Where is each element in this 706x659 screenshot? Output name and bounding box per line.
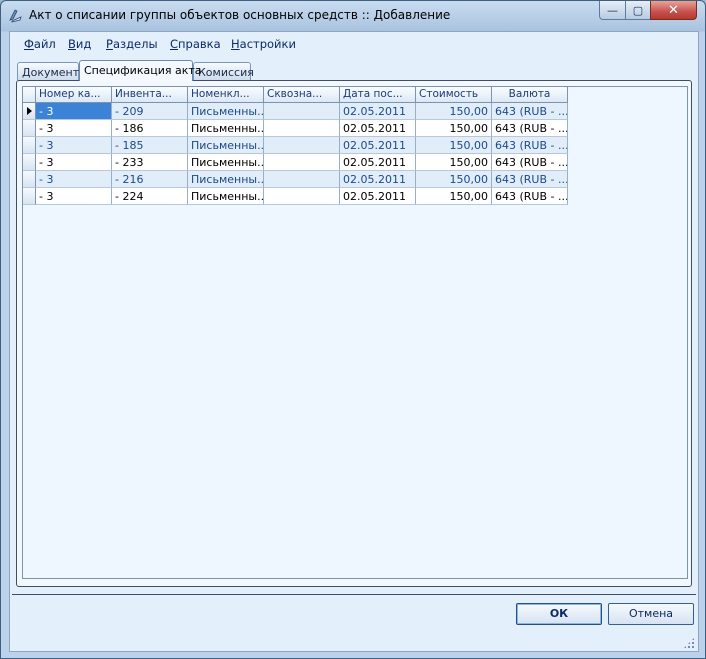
grid-body: - 3 - 209 Письменны... 02.05.2011 150,00… [23,103,568,205]
cell-date[interactable]: 02.05.2011 [340,103,416,120]
cell-card-number[interactable]: - 3 [36,171,112,188]
cell-cost[interactable]: 150,00 [416,120,492,137]
spec-grid[interactable]: Номер ка... Инвента... Номенкл... Сквозн… [22,86,688,579]
cell-through-number[interactable] [264,154,340,171]
table-row[interactable]: - 3 - 224 Письменны... 02.05.2011 150,00… [23,188,568,205]
cell-cost[interactable]: 150,00 [416,188,492,205]
status-bar [10,629,698,651]
close-icon: ✕ [668,2,679,18]
row-selector[interactable] [23,171,36,188]
menu-view[interactable]: Вид [68,37,91,51]
cell-card-number[interactable]: - 3 [36,188,112,205]
resize-grip-icon[interactable] [683,637,695,649]
menu-bar: Файл Вид Разделы Справка Настройки [10,32,698,56]
menu-sections[interactable]: Разделы [106,37,158,51]
cell-cost[interactable]: 150,00 [416,137,492,154]
cell-card-number[interactable]: - 3 [36,103,112,120]
col-header-nomenclature[interactable]: Номенкл... [188,87,264,103]
cell-currency[interactable]: 643 (RUB - ... [492,154,568,171]
cell-through-number[interactable] [264,171,340,188]
cell-date[interactable]: 02.05.2011 [340,154,416,171]
cell-nomenclature[interactable]: Письменны... [188,120,264,137]
tab-document[interactable]: Документ [17,62,79,80]
current-row-arrow-icon [27,107,32,115]
row-selector[interactable] [23,154,36,171]
minimize-icon: — [607,3,618,17]
row-selector[interactable] [23,120,36,137]
col-header-through-number[interactable]: Сквозна... [264,87,340,103]
cell-currency[interactable]: 643 (RUB - ... [492,120,568,137]
dialog-window: Акт о списании группы объектов основных … [0,0,706,659]
header-row-selector[interactable] [23,87,36,103]
menu-settings[interactable]: Настройки [231,37,296,51]
cell-date[interactable]: 02.05.2011 [340,137,416,154]
cell-nomenclature[interactable]: Письменны... [188,137,264,154]
title-bar[interactable]: Акт о списании группы объектов основных … [1,1,705,30]
tab-specification[interactable]: Спецификация акта [79,60,202,81]
table-row[interactable]: - 3 - 233 Письменны... 02.05.2011 150,00… [23,154,568,171]
cell-currency[interactable]: 643 (RUB - ... [492,171,568,188]
tab-strip: Документ Спецификация акта Комиссия [17,60,697,81]
window-title: Акт о списании группы объектов основных … [29,8,451,22]
cell-inventory[interactable]: - 216 [112,171,188,188]
cell-cost[interactable]: 150,00 [416,103,492,120]
footer-divider [12,594,696,595]
cell-card-number[interactable]: - 3 [36,154,112,171]
cell-nomenclature[interactable]: Письменны... [188,171,264,188]
cell-through-number[interactable] [264,188,340,205]
maximize-icon: ▢ [632,3,644,17]
cell-date[interactable]: 02.05.2011 [340,171,416,188]
app-icon [9,9,22,23]
maximize-button[interactable]: ▢ [625,1,651,20]
cell-card-number[interactable]: - 3 [36,137,112,154]
close-button[interactable]: ✕ [650,1,697,20]
cancel-button[interactable]: Отмена [608,603,694,625]
cell-currency[interactable]: 643 (RUB - ... [492,188,568,205]
cell-through-number[interactable] [264,103,340,120]
cell-cost[interactable]: 150,00 [416,154,492,171]
cell-nomenclature[interactable]: Письменны... [188,154,264,171]
cell-date[interactable]: 02.05.2011 [340,188,416,205]
cell-card-number[interactable]: - 3 [36,120,112,137]
table-row[interactable]: - 3 - 209 Письменны... 02.05.2011 150,00… [23,103,568,120]
cell-cost[interactable]: 150,00 [416,171,492,188]
cell-inventory[interactable]: - 224 [112,188,188,205]
minimize-button[interactable]: — [599,1,626,20]
grid-header: Номер ка... Инвента... Номенкл... Сквозн… [23,87,568,103]
cell-currency[interactable]: 643 (RUB - ... [492,137,568,154]
cell-nomenclature[interactable]: Письменны... [188,188,264,205]
table-row[interactable]: - 3 - 186 Письменны... 02.05.2011 150,00… [23,120,568,137]
cell-inventory[interactable]: - 233 [112,154,188,171]
col-header-cost[interactable]: Стоимость [416,87,492,103]
ok-button[interactable]: ОК [516,603,602,625]
menu-file[interactable]: Файл [24,37,56,51]
col-header-date[interactable]: Дата пос... [340,87,416,103]
col-header-card-number[interactable]: Номер ка... [36,87,112,103]
cell-currency[interactable]: 643 (RUB - ... [492,103,568,120]
cell-inventory[interactable]: - 209 [112,103,188,120]
table-row[interactable]: - 3 - 185 Письменны... 02.05.2011 150,00… [23,137,568,154]
cell-date[interactable]: 02.05.2011 [340,120,416,137]
cell-inventory[interactable]: - 186 [112,120,188,137]
row-selector[interactable] [23,103,36,120]
row-selector[interactable] [23,188,36,205]
client-area: Файл Вид Разделы Справка Настройки Докум… [9,31,699,652]
tab-commission[interactable]: Комиссия [193,62,254,80]
col-header-currency[interactable]: Валюта [492,87,568,103]
cell-through-number[interactable] [264,137,340,154]
row-selector[interactable] [23,137,36,154]
cell-nomenclature[interactable]: Письменны... [188,103,264,120]
tab-panel: Номер ка... Инвента... Номенкл... Сквозн… [16,80,692,587]
table-row[interactable]: - 3 - 216 Письменны... 02.05.2011 150,00… [23,171,568,188]
cell-inventory[interactable]: - 185 [112,137,188,154]
col-header-inventory[interactable]: Инвента... [112,87,188,103]
cell-through-number[interactable] [264,120,340,137]
menu-help[interactable]: Справка [170,37,221,51]
